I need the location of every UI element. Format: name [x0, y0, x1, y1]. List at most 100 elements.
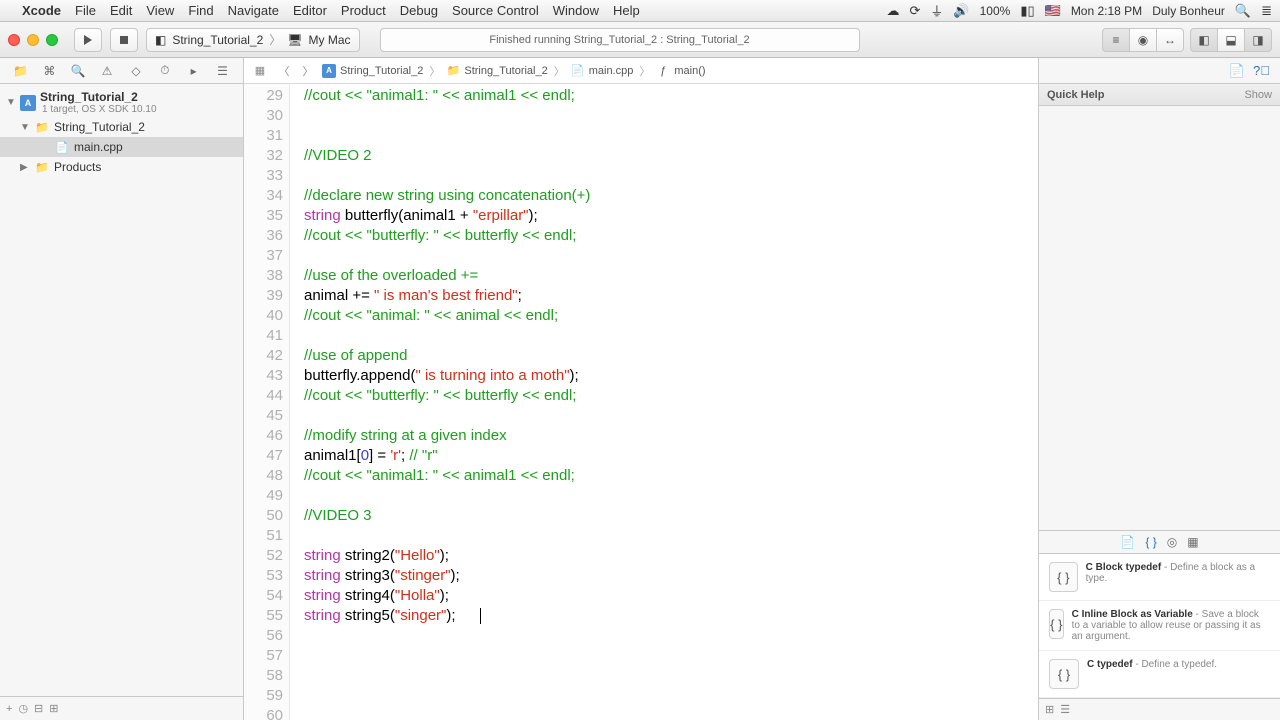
- jump-folder[interactable]: 📁 String_Tutorial_2: [446, 64, 547, 78]
- toggle-navigator-button[interactable]: ◧: [1190, 28, 1218, 52]
- flag-icon[interactable]: 🇺🇸: [1045, 3, 1061, 19]
- menu-edit[interactable]: Edit: [110, 3, 132, 18]
- menu-product[interactable]: Product: [341, 3, 386, 18]
- app-menu[interactable]: Xcode: [22, 3, 61, 18]
- macos-menubar: Xcode File Edit View Find Navigate Edito…: [0, 0, 1280, 22]
- project-tree[interactable]: ▼ A String_Tutorial_2 1 target, OS X SDK…: [0, 84, 243, 696]
- assistant-editor-button[interactable]: ◉: [1129, 28, 1157, 52]
- navigator-filter-bar: + ◷ ⊟ ⊞: [0, 696, 243, 720]
- related-items-button[interactable]: ▦: [250, 62, 270, 80]
- quick-help-body: [1039, 106, 1280, 530]
- folder-icon: 📁: [446, 64, 460, 78]
- clock[interactable]: Mon 2:18 PM: [1071, 4, 1142, 18]
- inspector-selector: 📄 ?⃝: [1039, 58, 1280, 84]
- add-button[interactable]: +: [6, 703, 12, 715]
- cloud-icon[interactable]: ☁︎: [887, 3, 900, 19]
- jump-file[interactable]: 📄 main.cpp: [571, 64, 634, 78]
- run-button[interactable]: [74, 28, 102, 52]
- code-snippet-library-tab[interactable]: { }: [1145, 535, 1156, 549]
- jump-symbol-label: main(): [674, 65, 705, 77]
- project-root[interactable]: ▼ A String_Tutorial_2 1 target, OS X SDK…: [0, 88, 243, 117]
- scheme-selector[interactable]: ◧ String_Tutorial_2 〉 🖥 My Mac: [146, 28, 360, 52]
- project-navigator-tab[interactable]: 📁: [11, 62, 29, 80]
- minimize-window-button[interactable]: [27, 34, 39, 46]
- cpp-file-icon: 📄: [54, 139, 70, 155]
- jump-project[interactable]: A String_Tutorial_2: [322, 64, 423, 78]
- menu-view[interactable]: View: [146, 3, 174, 18]
- menu-debug[interactable]: Debug: [400, 3, 438, 18]
- snippet-item[interactable]: { }C typedef - Define a typedef.: [1039, 651, 1280, 698]
- zoom-window-button[interactable]: [46, 34, 58, 46]
- stop-button[interactable]: [110, 28, 138, 52]
- snippet-item[interactable]: { }C Block typedef - Define a block as a…: [1039, 554, 1280, 601]
- scheme-target-icon: ◧: [155, 33, 166, 47]
- version-editor-button[interactable]: ↔: [1156, 28, 1184, 52]
- activity-status: Finished running String_Tutorial_2 : Str…: [380, 28, 860, 52]
- toggle-debug-area-button[interactable]: ⬓: [1217, 28, 1245, 52]
- find-navigator-tab[interactable]: 🔍: [69, 62, 87, 80]
- list-view-icon[interactable]: ☰: [1060, 703, 1070, 716]
- filter-field-icon[interactable]: ⊞: [49, 702, 58, 715]
- navigator-selector: 📁 ⌘ 🔍 ⚠ ◇ ⏱ ▸ ☰: [0, 58, 243, 84]
- menu-help[interactable]: Help: [613, 3, 640, 18]
- jump-file-label: main.cpp: [589, 65, 634, 77]
- quick-help-inspector-tab[interactable]: ?⃝: [1253, 63, 1270, 78]
- project-subtitle: 1 target, OS X SDK 10.10: [42, 104, 157, 115]
- filter-scm-icon[interactable]: ⊟: [34, 702, 43, 715]
- file-name: main.cpp: [74, 140, 123, 154]
- jump-symbol[interactable]: ƒ main(): [656, 64, 705, 78]
- issue-navigator-tab[interactable]: ⚠: [98, 62, 116, 80]
- group-folder[interactable]: ▼ 📁 String_Tutorial_2: [0, 117, 243, 137]
- code-content[interactable]: //cout << "animal1: " << animal1 << endl…: [290, 84, 1038, 720]
- symbol-navigator-tab[interactable]: ⌘: [40, 62, 58, 80]
- jump-bar: ▦ 〈 〉 A String_Tutorial_2 〉 📁 String_Tut…: [244, 58, 1038, 84]
- sync-icon[interactable]: ⟳: [910, 3, 921, 19]
- menu-source-control[interactable]: Source Control: [452, 3, 539, 18]
- notification-center-icon[interactable]: ≣: [1261, 3, 1272, 19]
- library-filter-bar: ⊞ ☰: [1039, 698, 1280, 720]
- menu-navigate[interactable]: Navigate: [228, 3, 279, 18]
- xcode-toolbar: ◧ String_Tutorial_2 〉 🖥 My Mac Finished …: [0, 22, 1280, 58]
- battery-icon[interactable]: ▮▯: [1020, 3, 1034, 19]
- user-name[interactable]: Duly Bonheur: [1152, 4, 1225, 18]
- test-navigator-tab[interactable]: ◇: [127, 62, 145, 80]
- folder-icon: 📁: [34, 159, 50, 175]
- media-library-tab[interactable]: ▦: [1187, 535, 1198, 549]
- volume-icon[interactable]: 🔊: [953, 3, 969, 19]
- navigator-panel: 📁 ⌘ 🔍 ⚠ ◇ ⏱ ▸ ☰ ▼ A String_Tutorial_2 1 …: [0, 58, 244, 720]
- source-editor[interactable]: 2930313233343536373839404142434445464748…: [244, 84, 1038, 720]
- library-selector: 📄 { } ◎ ▦: [1039, 530, 1280, 554]
- snippet-item[interactable]: { }C Inline Block as Variable - Save a b…: [1039, 601, 1280, 651]
- filter-recent-icon[interactable]: ◷: [18, 702, 28, 715]
- debug-navigator-tab[interactable]: ⏱: [156, 62, 174, 80]
- menu-find[interactable]: Find: [188, 3, 213, 18]
- file-inspector-tab[interactable]: 📄: [1229, 63, 1245, 79]
- breakpoint-navigator-tab[interactable]: ▸: [185, 62, 203, 80]
- wifi-icon[interactable]: ⏚: [930, 1, 943, 20]
- report-navigator-tab[interactable]: ☰: [214, 62, 232, 80]
- snippet-list[interactable]: { }C Block typedef - Define a block as a…: [1039, 554, 1280, 698]
- menu-editor[interactable]: Editor: [293, 3, 327, 18]
- file-template-library-tab[interactable]: 📄: [1120, 535, 1135, 549]
- line-number-gutter: 2930313233343536373839404142434445464748…: [244, 84, 290, 720]
- toggle-utilities-button[interactable]: ◨: [1244, 28, 1272, 52]
- file-main-cpp[interactable]: 📄 main.cpp: [0, 137, 243, 157]
- project-name: String_Tutorial_2: [40, 90, 157, 104]
- menu-file[interactable]: File: [75, 3, 96, 18]
- folder-icon: 📁: [34, 119, 50, 135]
- products-folder[interactable]: ▶ 📁 Products: [0, 157, 243, 177]
- quick-help-show-link[interactable]: Show: [1244, 89, 1272, 101]
- back-button[interactable]: 〈: [274, 62, 294, 80]
- forward-button[interactable]: 〉: [298, 62, 318, 80]
- spotlight-icon[interactable]: 🔍: [1235, 3, 1251, 19]
- object-library-tab[interactable]: ◎: [1167, 535, 1177, 549]
- close-window-button[interactable]: [8, 34, 20, 46]
- project-icon: A: [20, 95, 36, 111]
- quick-help-header: Quick Help Show: [1039, 84, 1280, 106]
- scheme-target: String_Tutorial_2: [172, 33, 263, 47]
- menu-window[interactable]: Window: [553, 3, 599, 18]
- standard-editor-button[interactable]: ≡: [1102, 28, 1130, 52]
- editor-area: ▦ 〈 〉 A String_Tutorial_2 〉 📁 String_Tut…: [244, 58, 1038, 720]
- jump-project-label: String_Tutorial_2: [340, 65, 423, 77]
- grid-view-icon[interactable]: ⊞: [1045, 703, 1054, 716]
